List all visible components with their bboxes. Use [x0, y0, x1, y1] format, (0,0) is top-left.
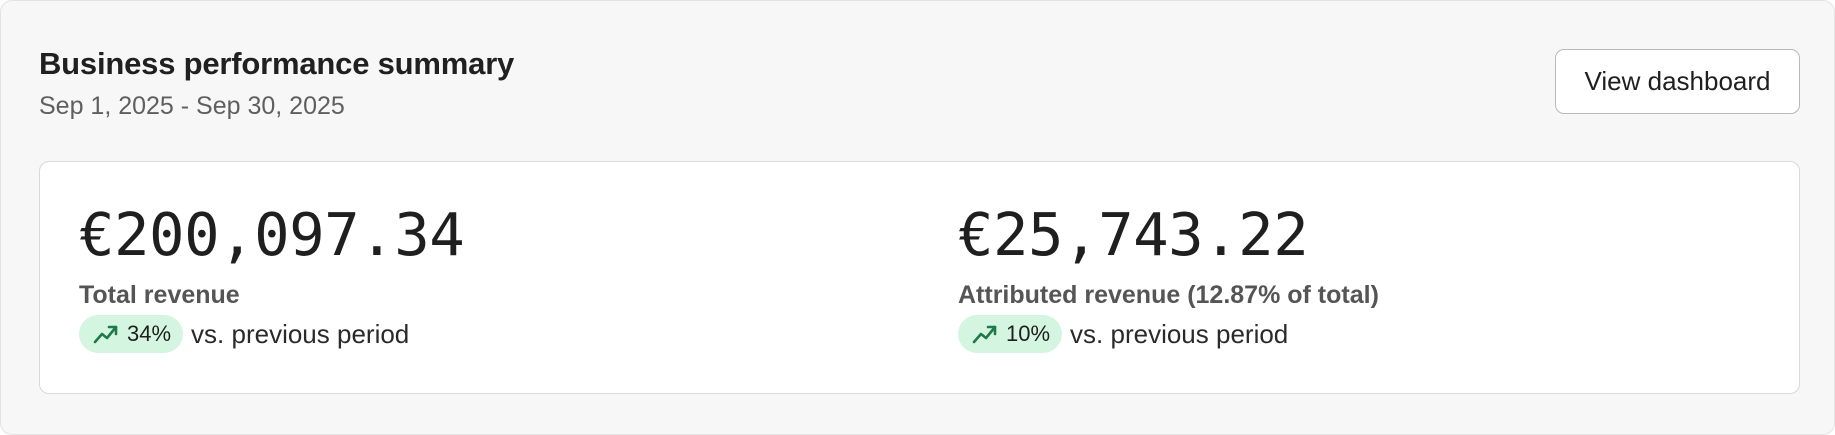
- change-badge: 34%: [79, 315, 184, 353]
- trending-up-icon: [972, 323, 998, 345]
- change-percent: 34%: [127, 321, 172, 346]
- summary-header: Business performance summary Sep 1, 2025…: [39, 45, 514, 121]
- change-caption: vs. previous period: [191, 318, 410, 349]
- page-title: Business performance summary: [39, 46, 515, 81]
- performance-summary-panel: Business performance summary Sep 1, 2025…: [0, 0, 1835, 435]
- metric-value: €25,743.22: [958, 200, 1309, 269]
- change-caption: vs. previous period: [1070, 318, 1289, 349]
- metric-value: €200,097.34: [79, 200, 465, 269]
- metric-attributed-revenue: €25,743.22 Attributed revenue (12.87% of…: [958, 200, 1379, 353]
- metrics-card: €200,097.34 Total revenue 34% vs. previo…: [39, 161, 1800, 394]
- change-badge: 10%: [958, 315, 1063, 353]
- date-range: Sep 1, 2025 - Sep 30, 2025: [39, 92, 345, 120]
- change-percent: 10%: [1006, 321, 1051, 346]
- change-row: 10% vs. previous period: [958, 315, 1379, 353]
- view-dashboard-button[interactable]: View dashboard: [1555, 49, 1800, 114]
- metric-label: Total revenue: [79, 281, 240, 309]
- metric-total-revenue: €200,097.34 Total revenue 34% vs. previo…: [79, 200, 465, 353]
- change-row: 34% vs. previous period: [79, 315, 464, 353]
- metric-label: Attributed revenue (12.87% of total): [958, 281, 1379, 309]
- trending-up-icon: [93, 323, 119, 345]
